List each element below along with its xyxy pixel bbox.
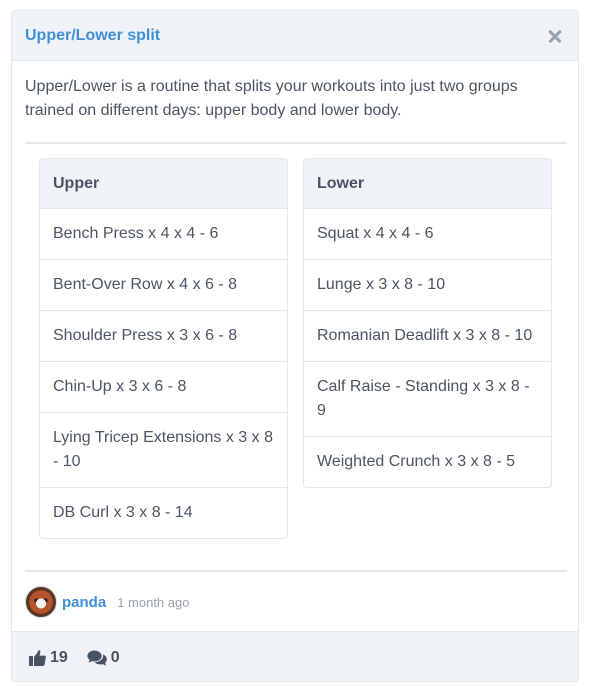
upper-column: Upper Bench Press x 4 x 4 - 6 Bent-Over … bbox=[39, 158, 288, 539]
exercise-item: DB Curl x 3 x 8 - 14 bbox=[53, 504, 193, 521]
card-header: Upper/Lower split bbox=[12, 11, 578, 61]
routine-card: Upper/Lower split Upper/Lower is a routi… bbox=[11, 10, 579, 682]
avatar[interactable] bbox=[25, 586, 57, 618]
exercise-item: Lunge x 3 x 8 - 10 bbox=[304, 260, 551, 311]
close-icon[interactable] bbox=[546, 27, 564, 45]
divider bbox=[25, 570, 567, 572]
exercise-item: Bent-Over Row x 4 x 6 - 8 bbox=[40, 260, 287, 311]
like-count: 19 bbox=[50, 648, 68, 666]
card-title[interactable]: Upper/Lower split bbox=[25, 27, 160, 45]
comment-count: 0 bbox=[110, 648, 120, 666]
exercise-item: Weighted Crunch x 3 x 8 - 5 bbox=[317, 453, 516, 470]
column-heading: Lower bbox=[304, 159, 551, 209]
exercise-item: Squat x 4 x 4 - 6 bbox=[304, 209, 551, 260]
lower-column: Lower Squat x 4 x 4 - 6 Lunge x 3 x 8 - … bbox=[303, 158, 552, 488]
author-name[interactable]: panda bbox=[62, 594, 106, 611]
exercise-item: Calf Raise - Standing x 3 x 8 - 9 bbox=[304, 362, 551, 437]
comments-icon bbox=[87, 650, 107, 666]
thumbs-up-icon bbox=[29, 649, 46, 666]
like-button[interactable]: 19 bbox=[29, 649, 68, 667]
exercise-item: Shoulder Press x 3 x 6 - 8 bbox=[40, 311, 287, 362]
exercise-item: Chin-Up x 3 x 6 - 8 bbox=[40, 362, 287, 413]
comments-button[interactable]: 0 bbox=[87, 649, 120, 667]
card-footer: 19 0 bbox=[12, 631, 578, 681]
divider bbox=[25, 142, 567, 144]
exercise-item: Romanian Deadlift x 3 x 8 - 10 bbox=[304, 311, 551, 362]
author-row: panda 1 month ago bbox=[25, 586, 189, 618]
exercise-item: Lying Tricep Extensions x 3 x 8 - 10 bbox=[40, 413, 287, 488]
column-heading: Upper bbox=[40, 159, 287, 209]
exercise-item: Bench Press x 4 x 4 - 6 bbox=[40, 209, 287, 260]
post-timestamp: 1 month ago bbox=[117, 594, 190, 610]
